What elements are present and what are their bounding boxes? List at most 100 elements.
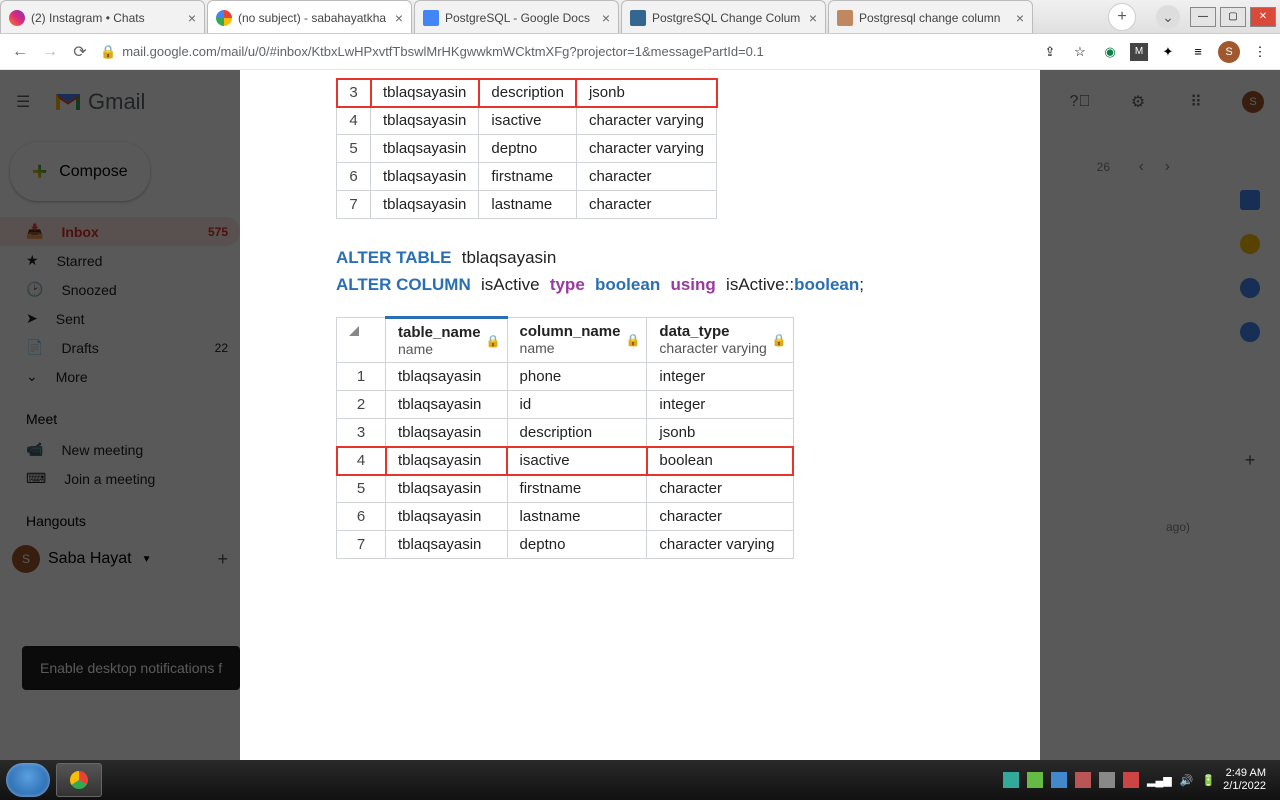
start-button[interactable]: [6, 763, 50, 797]
cell-data-type: character varying: [576, 107, 716, 135]
col-header-data-type[interactable]: data_typecharacter varying🔒: [647, 318, 793, 363]
cell-column-name: description: [507, 419, 647, 447]
cell-data-type: character: [647, 503, 793, 531]
instagram-icon: [9, 10, 25, 26]
bookmark-star-icon[interactable]: ☆: [1070, 42, 1090, 62]
reading-list-icon[interactable]: ≡: [1188, 42, 1208, 62]
table-row[interactable]: 6tblaqsayasinlastnamecharacter: [337, 503, 794, 531]
tray-icon[interactable]: [1051, 772, 1067, 788]
close-icon[interactable]: ×: [395, 10, 403, 26]
cell-table-name: tblaqsayasin: [386, 447, 508, 475]
table-row[interactable]: 7tblaqsayasindeptnocharacter varying: [337, 531, 794, 559]
cell-table-name: tblaqsayasin: [386, 391, 508, 419]
close-icon[interactable]: ×: [602, 10, 610, 26]
battery-icon[interactable]: 🔋: [1201, 774, 1215, 787]
row-index: 7: [337, 531, 386, 559]
col-header-column-name[interactable]: column_namename🔒: [507, 318, 647, 363]
browser-titlebar: (2) Instagram • Chats × (no subject) - s…: [0, 0, 1280, 34]
table-row[interactable]: 4tblaqsayasinisactivecharacter varying: [337, 107, 717, 135]
extension-m-icon[interactable]: M: [1130, 43, 1148, 61]
table-row[interactable]: 5tblaqsayasinfirstnamecharacter: [337, 475, 794, 503]
chrome-avatar[interactable]: S: [1218, 41, 1240, 63]
extensions-icon[interactable]: ✦: [1158, 42, 1178, 62]
cell-table-name: tblaqsayasin: [371, 191, 479, 219]
url-text: mail.google.com/mail/u/0/#inbox/KtbxLwHP…: [122, 44, 764, 59]
table-row[interactable]: 3tblaqsayasindescriptionjsonb: [337, 419, 794, 447]
clock-date: 2/1/2022: [1223, 780, 1266, 793]
cell-data-type: jsonb: [576, 79, 716, 107]
row-index: 5: [337, 475, 386, 503]
tray-icon[interactable]: [1075, 772, 1091, 788]
close-icon[interactable]: ×: [188, 10, 196, 26]
close-icon[interactable]: ×: [1016, 10, 1024, 26]
col-header-table-name[interactable]: table_namename🔒: [386, 318, 508, 363]
maximize-button[interactable]: ▢: [1220, 7, 1246, 27]
url-field[interactable]: 🔒 mail.google.com/mail/u/0/#inbox/KtbxLw…: [100, 44, 1030, 60]
chrome-menu-icon[interactable]: ⋮: [1250, 42, 1270, 62]
cell-column-name: firstname: [479, 163, 577, 191]
tab-instagram[interactable]: (2) Instagram • Chats ×: [0, 0, 205, 33]
table-row[interactable]: 6tblaqsayasinfirstnamecharacter: [337, 163, 717, 191]
lock-icon: 🔒: [625, 333, 640, 347]
tray-icon[interactable]: [1099, 772, 1115, 788]
taskbar-chrome-button[interactable]: [56, 763, 102, 797]
tray-icon[interactable]: [1027, 772, 1043, 788]
back-button[interactable]: ←: [10, 42, 30, 62]
cell-table-name: tblaqsayasin: [386, 419, 508, 447]
cell-data-type: jsonb: [647, 419, 793, 447]
flag-icon[interactable]: [1123, 772, 1139, 788]
cell-data-type: character: [647, 475, 793, 503]
cell-table-name: tblaqsayasin: [371, 79, 479, 107]
cell-data-type: integer: [647, 391, 793, 419]
table-row[interactable]: 2tblaqsayasinidinteger: [337, 391, 794, 419]
cell-data-type: character: [576, 163, 716, 191]
cell-data-type: character varying: [647, 531, 793, 559]
row-index: 1: [337, 363, 386, 391]
cell-column-name: isactive: [507, 447, 647, 475]
chrome-icon: [70, 771, 88, 789]
cell-table-name: tblaqsayasin: [386, 503, 508, 531]
close-window-button[interactable]: ✕: [1250, 7, 1276, 27]
postgres-icon: [630, 10, 646, 26]
table-row[interactable]: 7tblaqsayasinlastnamecharacter: [337, 191, 717, 219]
sql-code: ALTER TABLE tblaqsayasin ALTER COLUMN is…: [336, 245, 944, 298]
row-index: 6: [337, 163, 371, 191]
tab-docs[interactable]: PostgreSQL - Google Docs ×: [414, 0, 619, 33]
tab-pg-column[interactable]: Postgresql change column ×: [828, 0, 1033, 33]
table-row[interactable]: 4tblaqsayasinisactiveboolean: [337, 447, 794, 475]
clock-time: 2:49 AM: [1223, 767, 1266, 780]
forward-button[interactable]: →: [40, 42, 60, 62]
clock[interactable]: 2:49 AM 2/1/2022: [1223, 767, 1266, 793]
lock-icon: 🔒: [772, 333, 787, 347]
close-icon[interactable]: ×: [809, 10, 817, 26]
volume-icon[interactable]: 🔊: [1180, 774, 1194, 787]
tab-label: (no subject) - sabahayatkha: [238, 11, 389, 25]
cell-column-name: firstname: [507, 475, 647, 503]
grammarly-icon[interactable]: ◉: [1100, 42, 1120, 62]
chrome-profile-button[interactable]: ⌄: [1156, 5, 1180, 29]
table-row[interactable]: 1tblaqsayasinphoneinteger: [337, 363, 794, 391]
cell-data-type: character varying: [576, 135, 716, 163]
reload-button[interactable]: ⟳: [70, 42, 90, 62]
tray-icon[interactable]: [1003, 772, 1019, 788]
cell-table-name: tblaqsayasin: [371, 107, 479, 135]
minimize-button[interactable]: —: [1190, 7, 1216, 27]
lock-icon: 🔒: [486, 334, 501, 348]
row-index: 4: [337, 447, 386, 475]
page-icon: [837, 10, 853, 26]
new-tab-button[interactable]: +: [1108, 3, 1136, 31]
wifi-icon[interactable]: ▂▄▆: [1147, 774, 1172, 787]
browser-tabs: (2) Instagram • Chats × (no subject) - s…: [0, 0, 1100, 33]
row-index: 2: [337, 391, 386, 419]
lock-icon: 🔒: [100, 44, 116, 60]
cell-column-name: isactive: [479, 107, 577, 135]
share-icon[interactable]: ⇪: [1040, 42, 1060, 62]
tab-label: (2) Instagram • Chats: [31, 11, 182, 25]
cell-table-name: tblaqsayasin: [371, 135, 479, 163]
table-row[interactable]: 5tblaqsayasindeptnocharacter varying: [337, 135, 717, 163]
tab-gmail[interactable]: (no subject) - sabahayatkha ×: [207, 0, 412, 33]
table-row[interactable]: 3tblaqsayasindescriptionjsonb: [337, 79, 717, 107]
cell-data-type: character: [576, 191, 716, 219]
tab-pg-change[interactable]: PostgreSQL Change Colum ×: [621, 0, 826, 33]
row-index: 4: [337, 107, 371, 135]
